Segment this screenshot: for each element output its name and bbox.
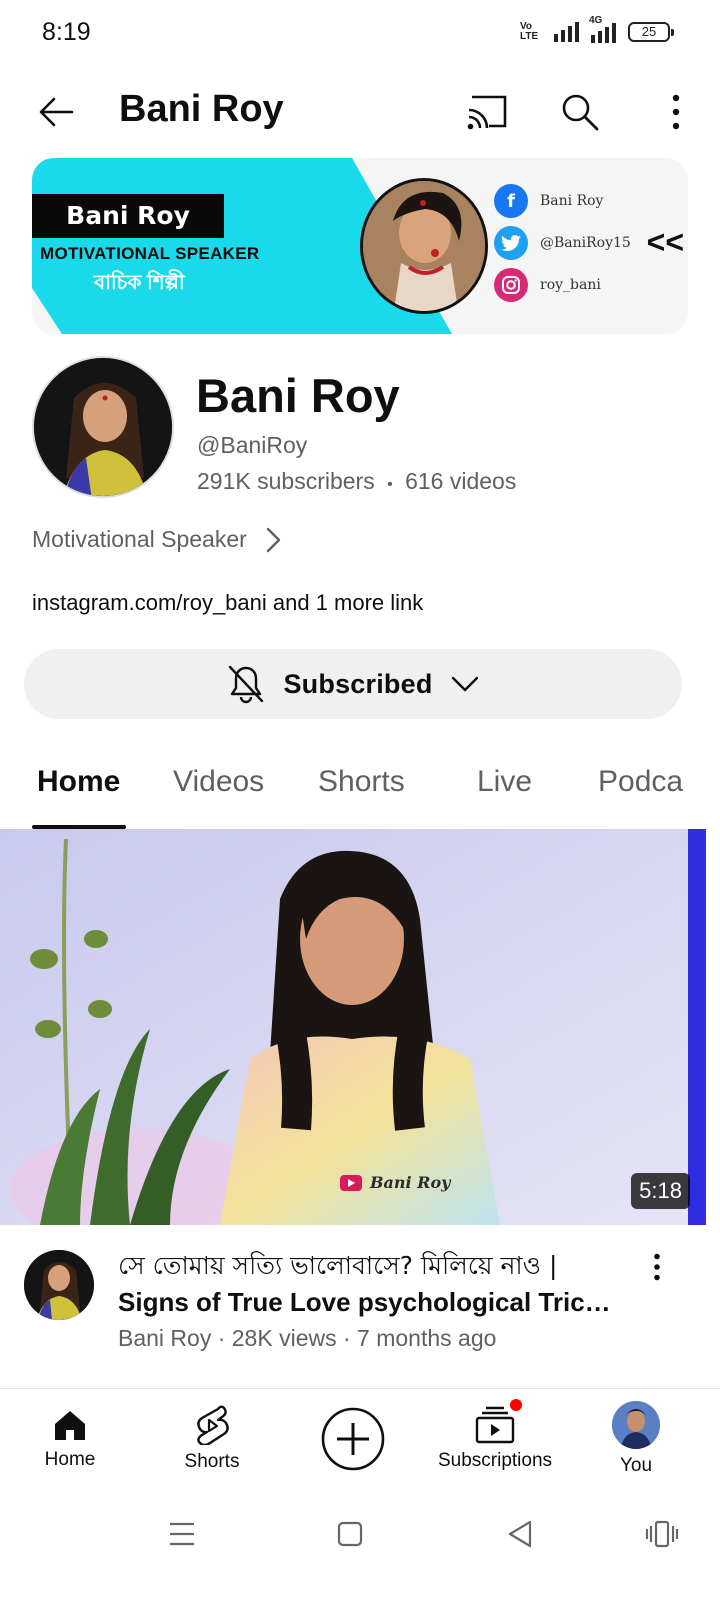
nav-you[interactable]: You [596, 1389, 676, 1489]
more-vert-icon [672, 94, 680, 130]
video-thumbnail[interactable]: Bani Roy 5:18 [0, 829, 706, 1225]
chevron-down-icon [451, 676, 478, 692]
banner-arrow: << [646, 224, 684, 260]
nav-shorts-label: Shorts [184, 1451, 240, 1472]
nav-you-label: You [619, 1455, 653, 1476]
banner-photo [360, 178, 488, 314]
video-more-button[interactable] [638, 1248, 676, 1286]
channel-tabs: Home Videos Shorts Live Podca [0, 745, 720, 829]
watermark-text: Bani Roy [370, 1173, 451, 1192]
stats-separator: • [387, 476, 393, 493]
system-assist-button[interactable] [638, 1510, 686, 1558]
menu-icon [170, 1522, 194, 1546]
top-app-bar: Bani Roy [0, 64, 720, 156]
arrow-left-icon [39, 97, 74, 127]
nav-home-label: Home [44, 1449, 96, 1470]
notification-dot [508, 1397, 524, 1413]
banner-social-facebook: f Bani Roy [494, 184, 603, 218]
subscriber-count: 291K subscribers [197, 468, 375, 494]
channel-about-link[interactable]: Motivational Speaker [32, 526, 281, 553]
system-menu-button[interactable] [158, 1510, 206, 1558]
signal-icon [554, 22, 579, 42]
twitter-icon [494, 226, 528, 260]
instagram-icon [494, 268, 528, 302]
shorts-icon [197, 1405, 229, 1445]
thumbnail-image [0, 829, 706, 1225]
channel-avatar[interactable] [32, 356, 174, 498]
subscriptions-icon [475, 1406, 515, 1444]
search-icon [562, 94, 599, 131]
create-icon [321, 1407, 385, 1471]
subscribed-label: Subscribed [283, 668, 433, 699]
bottom-navigation: Home Shorts Subscriptions You [0, 1388, 720, 1488]
volte-icon: Vo LTE [520, 21, 539, 42]
bell-off-icon [229, 665, 264, 704]
cast-button[interactable] [462, 86, 514, 138]
channel-handle: @BaniRoy [197, 432, 308, 458]
thumbnail-watermark: Bani Roy [340, 1173, 450, 1192]
vibrate-icon [645, 1520, 679, 1548]
system-navigation-bar [0, 1488, 720, 1600]
play-logo-icon [340, 1174, 362, 1191]
video-duration: 5:18 [631, 1173, 690, 1209]
search-button[interactable] [554, 86, 606, 138]
video-title-line1: সে তোমায় সত্যি ভালোবাসে? মিলিয়ে নাও | [118, 1251, 558, 1280]
channel-description: Motivational Speaker [32, 526, 247, 552]
tab-live[interactable]: Live [477, 765, 532, 799]
cast-icon [467, 95, 507, 130]
nav-subscriptions-label: Subscriptions [437, 1450, 553, 1471]
channel-name: Bani Roy [196, 369, 400, 422]
channel-links[interactable]: instagram.com/roy_bani and 1 more link [32, 590, 423, 616]
banner-role: MOTIVATIONAL SPEAKER [40, 244, 260, 263]
tab-shorts[interactable]: Shorts [318, 765, 405, 799]
status-icons: Vo LTE 4G 25 [520, 15, 674, 46]
video-meta: Bani Roy · 28K views · 7 months ago [118, 1325, 497, 1351]
video-title[interactable]: সে তোমায় সত্যি ভালোবাসে? মিলিয়ে নাও | … [118, 1248, 618, 1320]
battery-icon: 25 [628, 22, 674, 42]
channel-stats: 291K subscribers • 616 videos [197, 468, 516, 495]
banner-social-twitter: @BaniRoy15 [494, 226, 631, 260]
system-home-button[interactable] [326, 1510, 374, 1558]
tab-home[interactable]: Home [37, 765, 120, 799]
video-channel-avatar[interactable] [24, 1250, 94, 1320]
nav-create[interactable] [308, 1389, 398, 1489]
channel-banner: Bani Roy MOTIVATIONAL SPEAKER বাচিক শিল্… [32, 158, 688, 334]
more-vert-icon [654, 1253, 660, 1281]
banner-name: Bani Roy [32, 194, 224, 238]
nav-home[interactable]: Home [20, 1389, 120, 1489]
banner-social-instagram: roy_bani [494, 268, 601, 302]
banner-role-bengali: বাচিক শিল্পী [94, 272, 185, 294]
network-label: 4G [589, 15, 603, 26]
nav-subscriptions[interactable]: Subscriptions [430, 1389, 560, 1489]
system-back-button[interactable] [496, 1510, 544, 1558]
page-title: Bani Roy [119, 88, 284, 130]
video-count: 616 videos [405, 468, 517, 494]
facebook-label: Bani Roy [540, 193, 604, 209]
nav-shorts[interactable]: Shorts [162, 1389, 262, 1489]
twitter-label: @BaniRoy15 [540, 235, 631, 251]
subscribed-button[interactable]: Subscribed [24, 649, 682, 719]
facebook-icon: f [494, 184, 528, 218]
status-time: 8:19 [42, 18, 91, 46]
square-icon [337, 1521, 363, 1547]
status-bar: 8:19 Vo LTE 4G 25 [0, 0, 720, 64]
network-4g-icon: 4G [589, 15, 616, 43]
more-options-button[interactable] [650, 86, 702, 138]
triangle-back-icon [508, 1520, 532, 1548]
video-title-line2: Signs of True Love psychological Trick..… [118, 1287, 618, 1317]
chevron-right-icon [266, 527, 280, 552]
tab-videos[interactable]: Videos [173, 765, 264, 799]
back-button[interactable] [30, 86, 82, 138]
tab-podcasts[interactable]: Podca [598, 765, 683, 799]
instagram-label: roy_bani [540, 277, 601, 293]
you-avatar [612, 1401, 660, 1449]
home-icon [55, 1411, 85, 1440]
